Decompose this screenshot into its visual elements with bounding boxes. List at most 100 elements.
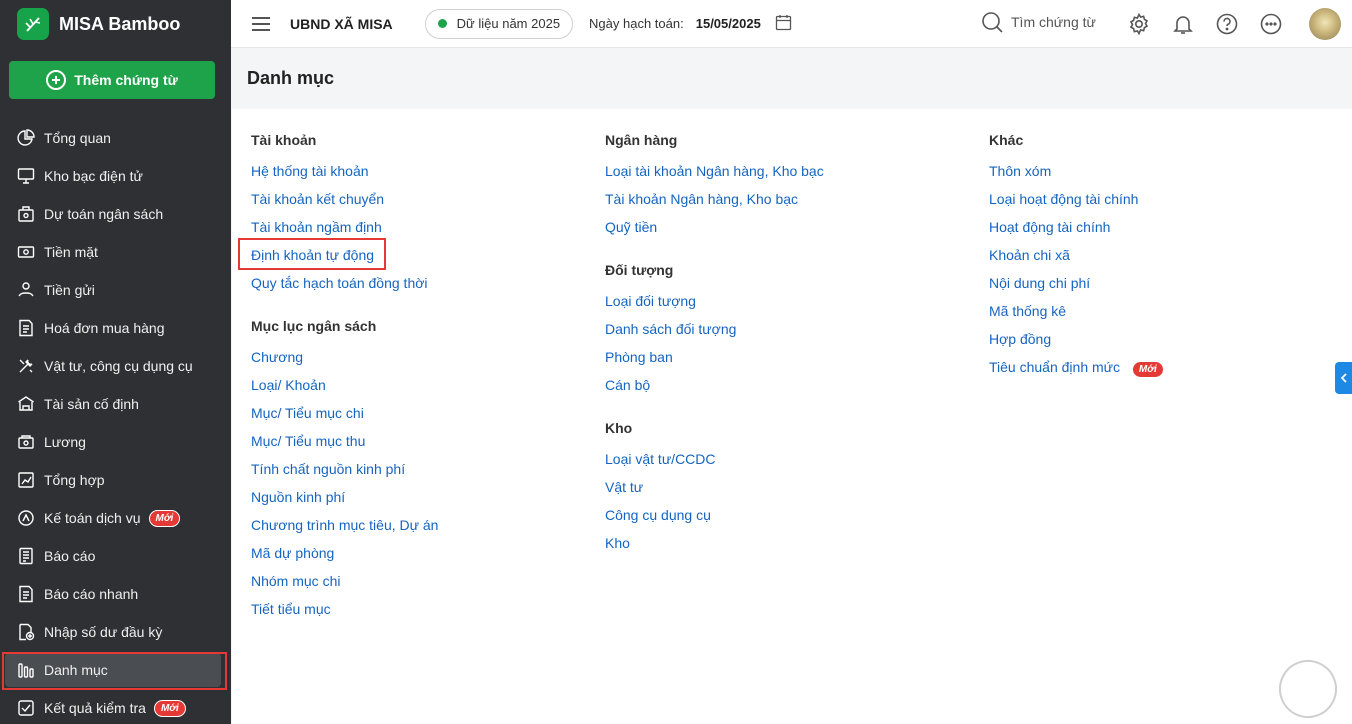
sidebar-item-label: Lương (44, 434, 86, 450)
posting-date-value[interactable]: 15/05/2025 (696, 16, 761, 31)
pie-chart-icon (16, 128, 36, 148)
link-muc-tieu-muc-thu[interactable]: Mục/ Tiểu mục thu (251, 433, 365, 449)
link-hop-dong[interactable]: Hợp đồng (989, 331, 1051, 347)
sidebar-item-tong-quan[interactable]: Tổng quan (0, 119, 231, 157)
link-noi-dung-chi-phi[interactable]: Nội dung chi phí (989, 275, 1090, 291)
link-tai-khoan-ngam-dinh[interactable]: Tài khoản ngầm định (251, 219, 382, 235)
collapse-panel-button[interactable] (1335, 362, 1352, 394)
help-icon[interactable] (1216, 13, 1238, 38)
link-loai-tai-khoan-ngan-hang[interactable]: Loại tài khoản Ngân hàng, Kho bạc (605, 163, 824, 179)
new-badge: Mới (1131, 361, 1164, 378)
search-voucher[interactable]: Tìm chứng từ (981, 11, 1096, 33)
link-chuong[interactable]: Chương (251, 349, 303, 365)
sidebar-item-tong-hop[interactable]: Tổng hợp (0, 461, 231, 499)
link-phong-ban[interactable]: Phòng ban (605, 349, 673, 365)
brand-name: MISA Bamboo (59, 13, 181, 34)
monitor-icon (16, 166, 36, 186)
sidebar-item-ke-toan-dich-vu[interactable]: Kế toán dịch vụ Mới (0, 499, 231, 537)
catalog-icon (16, 660, 36, 680)
link-chuong-trinh-muc-tieu[interactable]: Chương trình mục tiêu, Dự án (251, 517, 438, 533)
data-year-selector[interactable]: Dữ liệu năm 2025 (424, 8, 574, 39)
group-title-ngan-hang: Ngân hàng (605, 132, 678, 148)
add-voucher-button[interactable]: Thêm chứng từ (9, 61, 215, 99)
link-quy-tien[interactable]: Quỹ tiền (605, 219, 657, 235)
group-title-muc-luc: Mục lục ngân sách (251, 318, 377, 334)
service-icon (16, 508, 36, 528)
link-kho[interactable]: Kho (605, 535, 630, 551)
budget-icon (16, 204, 36, 224)
link-cong-cu-dung-cu[interactable]: Công cụ dụng cụ (605, 507, 711, 523)
sidebar-item-label: Tổng quan (44, 130, 111, 146)
brand[interactable]: MISA Bamboo (0, 0, 230, 48)
calendar-icon[interactable] (775, 14, 792, 34)
check-result-icon (16, 698, 36, 718)
new-badge: Mới (148, 509, 181, 527)
sidebar-item-label: Nhập số dư đầu kỳ (44, 624, 163, 640)
salary-icon (16, 432, 36, 452)
sidebar-item-label: Vật tư, công cụ dụng cụ (44, 358, 193, 374)
link-loai-vat-tu[interactable]: Loại vật tư/CCDC (605, 451, 716, 467)
opening-balance-icon (16, 622, 36, 642)
link-dinh-khoan-tu-dong[interactable]: Định khoản tự động (251, 247, 374, 263)
sidebar-item-label: Kết quả kiểm tra (44, 700, 146, 716)
link-quy-tac-hach-toan[interactable]: Quy tắc hạch toán đồng thời (251, 275, 428, 291)
sidebar-item-tai-san[interactable]: Tài sản cố định (0, 385, 231, 423)
sidebar-item-tien-gui[interactable]: Tiền gửi (0, 271, 231, 309)
sidebar-item-luong[interactable]: Lương (0, 423, 231, 461)
link-loai-khoan[interactable]: Loại/ Khoản (251, 377, 326, 393)
sidebar-item-hoa-don[interactable]: Hoá đơn mua hàng (0, 309, 231, 347)
bell-icon[interactable] (1172, 13, 1194, 38)
sidebar-item-tien-mat[interactable]: Tiền mặt (0, 233, 231, 271)
sidebar-item-bao-cao-nhanh[interactable]: Báo cáo nhanh (0, 575, 231, 613)
link-thon-xom[interactable]: Thôn xóm (989, 163, 1051, 179)
group-title-tai-khoan: Tài khoản (251, 132, 317, 148)
chevron-left-icon (1340, 373, 1347, 383)
sidebar-item-label: Tổng hợp (44, 472, 105, 488)
link-tiet-tieu-muc[interactable]: Tiết tiểu mục (251, 601, 331, 617)
page-title: Danh mục (247, 68, 335, 88)
avatar[interactable] (1309, 8, 1341, 40)
more-options-icon[interactable] (1260, 13, 1282, 38)
gear-icon[interactable] (1128, 12, 1150, 38)
topbar: UBND XÃ MISA Dữ liệu năm 2025 Ngày hạch … (231, 0, 1352, 48)
sidebar-item-danh-muc[interactable]: Danh mục (0, 651, 231, 689)
deposit-icon (16, 280, 36, 300)
sidebar-item-bao-cao[interactable]: Báo cáo (0, 537, 231, 575)
link-tinh-chat-nguon-kinh-phi[interactable]: Tính chất nguồn kinh phí (251, 461, 405, 477)
sidebar-nav: Tổng quan Kho bạc điện tử Dự toán ngân s… (0, 119, 231, 724)
link-nhom-muc-chi[interactable]: Nhóm mục chi (251, 573, 340, 589)
group-title-khac: Khác (989, 132, 1024, 148)
sidebar-item-label: Kho bạc điện tử (44, 168, 143, 184)
organization-name: UBND XÃ MISA (290, 15, 393, 32)
building-icon (16, 394, 36, 414)
link-nguon-kinh-phi[interactable]: Nguồn kinh phí (251, 489, 345, 505)
link-hoat-dong-tai-chinh[interactable]: Hoạt động tài chính (989, 219, 1110, 235)
menu-toggle-icon[interactable] (252, 16, 270, 31)
link-he-thong-tai-khoan[interactable]: Hệ thống tài khoản (251, 163, 369, 179)
link-khoan-chi-xa[interactable]: Khoản chi xã (989, 247, 1070, 263)
link-tieu-chuan-dinh-muc[interactable]: Tiêu chuẩn định mức Mới (989, 359, 1164, 378)
sidebar-item-ket-qua-kiem-tra[interactable]: Kết quả kiểm tra Mới (0, 689, 231, 724)
link-tai-khoan-ngan-hang[interactable]: Tài khoản Ngân hàng, Kho bạc (605, 191, 798, 207)
link-can-bo[interactable]: Cán bộ (605, 377, 650, 393)
link-loai-hoat-dong-tai-chinh[interactable]: Loại hoạt động tài chính (989, 191, 1138, 207)
sidebar-item-vat-tu[interactable]: Vật tư, công cụ dụng cụ (0, 347, 231, 385)
search-label: Tìm chứng từ (1011, 14, 1096, 30)
link-tai-khoan-ket-chuyen[interactable]: Tài khoản kết chuyển (251, 191, 384, 207)
link-ma-thong-ke[interactable]: Mã thống kê (989, 303, 1066, 319)
sidebar-item-label: Kế toán dịch vụ (44, 510, 141, 526)
link-vat-tu[interactable]: Vật tư (605, 479, 643, 495)
link-loai-doi-tuong[interactable]: Loại đối tượng (605, 293, 696, 309)
link-ma-du-phong[interactable]: Mã dự phòng (251, 545, 334, 561)
sidebar-item-label: Dự toán ngân sách (44, 206, 164, 222)
sidebar: MISA Bamboo Thêm chứng từ Tổng quan Kho … (0, 0, 231, 724)
group-title-kho: Kho (605, 420, 633, 436)
sidebar-item-du-toan[interactable]: Dự toán ngân sách (0, 195, 231, 233)
link-muc-tieu-muc-chi[interactable]: Mục/ Tiểu mục chi (251, 405, 364, 421)
cash-icon (16, 242, 36, 262)
sidebar-item-label: Báo cáo (44, 548, 96, 564)
report-icon (16, 546, 36, 566)
sidebar-item-nhap-so-du[interactable]: Nhập số dư đầu kỳ (0, 613, 231, 651)
link-danh-sach-doi-tuong[interactable]: Danh sách đối tượng (605, 321, 736, 337)
sidebar-item-kho-bac[interactable]: Kho bạc điện tử (0, 157, 231, 195)
